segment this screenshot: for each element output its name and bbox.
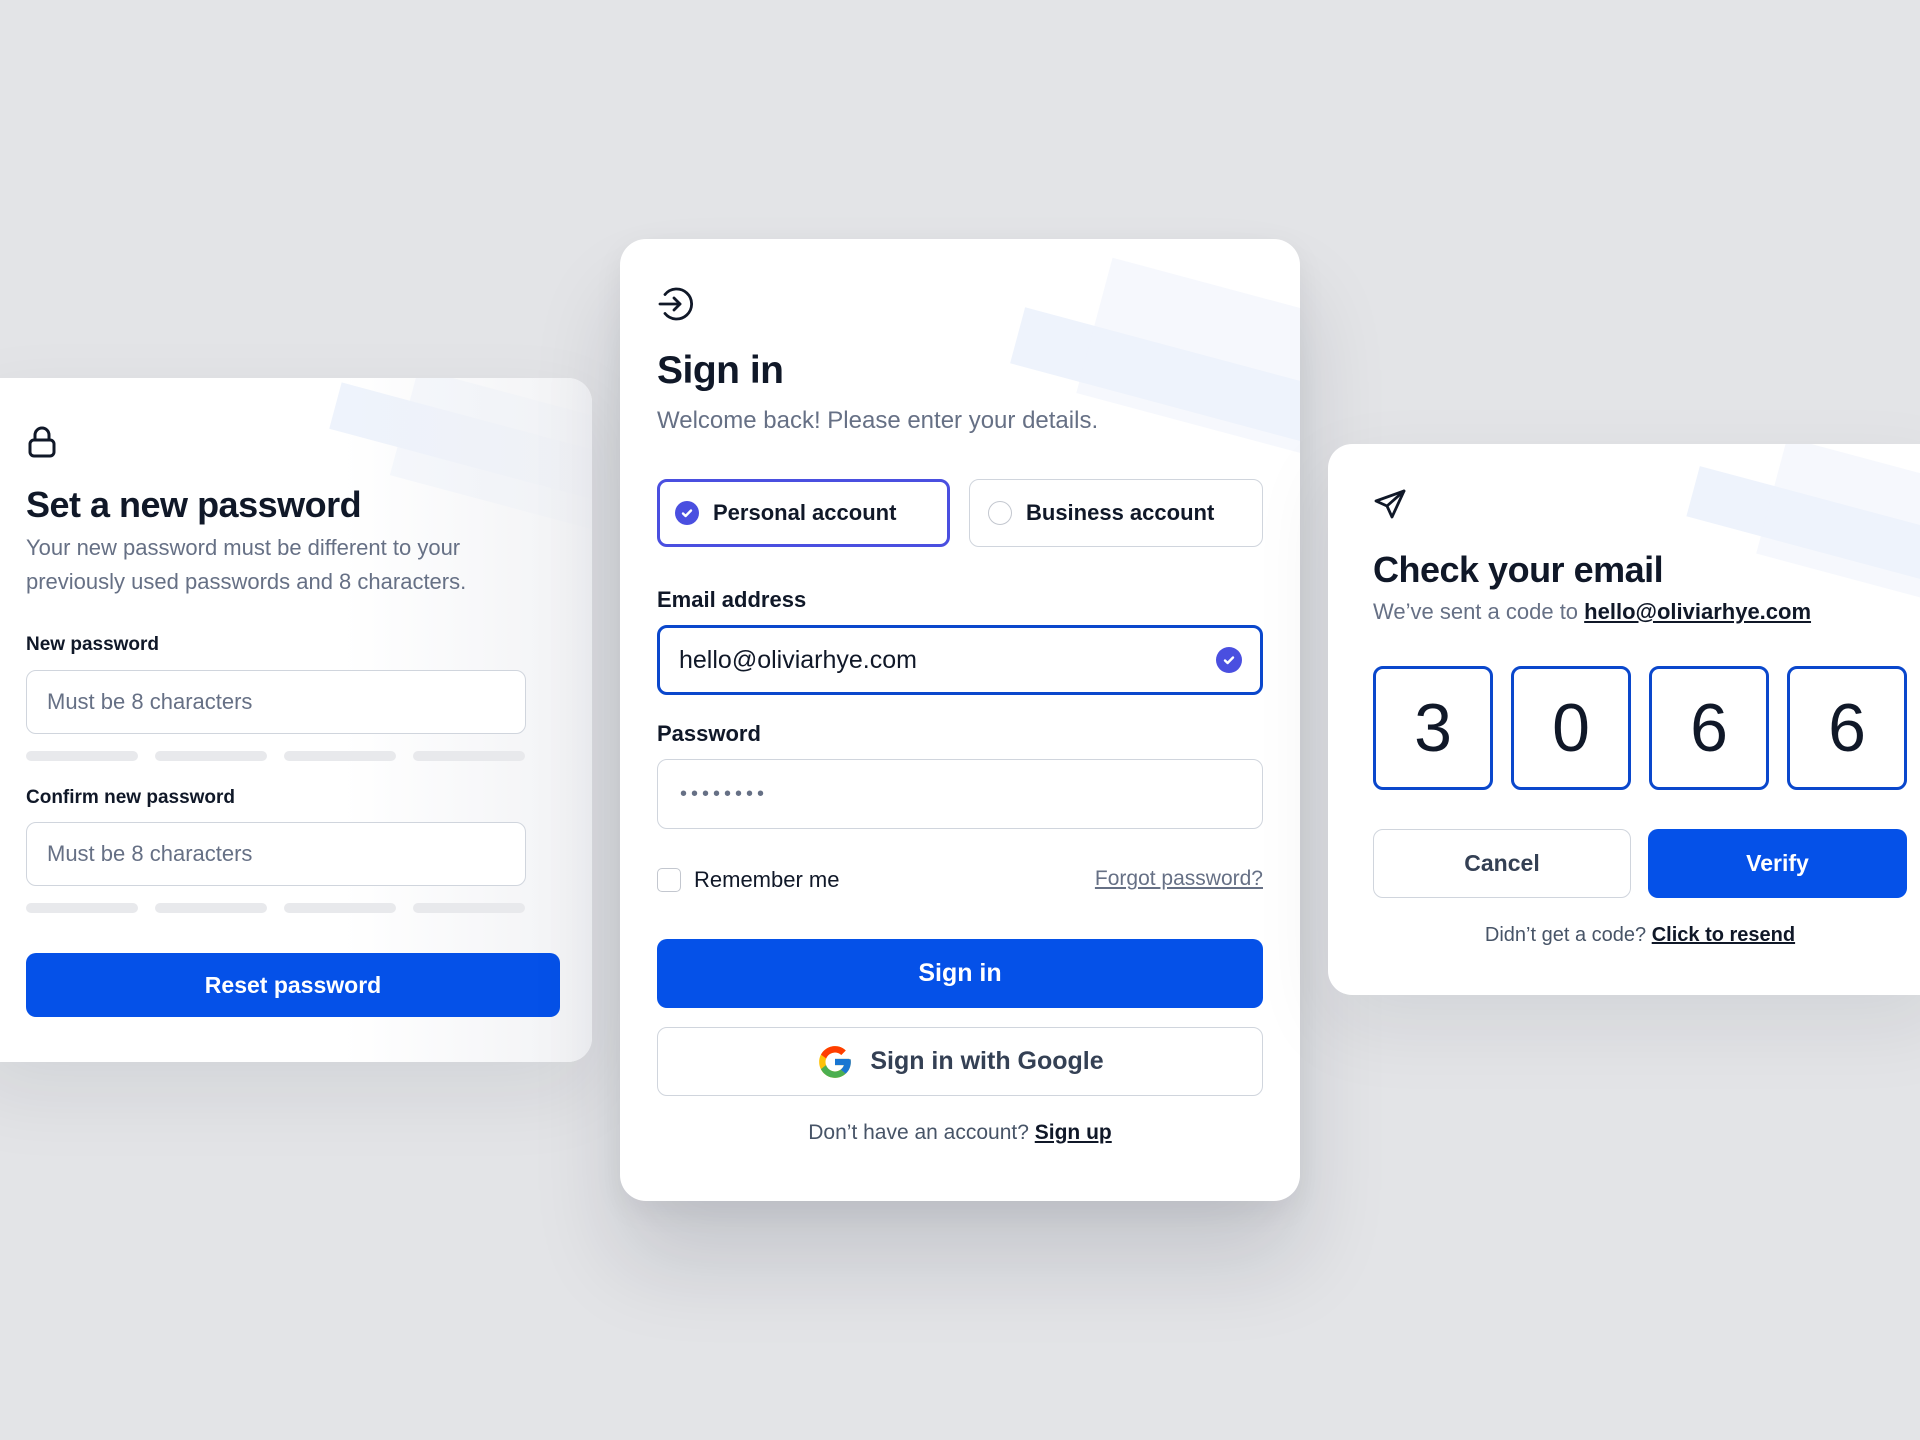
page-subtitle: Your new password must be different to y… (26, 535, 467, 594)
strength-bar (155, 903, 267, 913)
sign-in-card: Sign in Welcome back! Please enter your … (620, 239, 1300, 1201)
business-account-label: Business account (1026, 500, 1215, 525)
remember-checkbox[interactable] (657, 868, 681, 892)
lock-icon (28, 426, 56, 458)
strength-bar (413, 903, 525, 913)
sign-up-link[interactable]: Sign up (1035, 1121, 1112, 1144)
sign-in-arrow-icon (658, 287, 693, 321)
reset-password-card: Set a new password Your new password mus… (0, 378, 592, 1062)
personal-account-option[interactable]: Personal account (657, 479, 950, 547)
signup-prompt: Don’t have an account? Sign up (657, 1121, 1263, 1145)
resend-prompt-text: Didn’t get a code? (1484, 924, 1647, 946)
code-digit-2[interactable]: 0 (1511, 666, 1631, 790)
google-button-label: Sign in with Google (870, 1047, 1104, 1075)
confirm-password-label: Confirm new password (26, 787, 236, 808)
strength-bar (284, 751, 396, 761)
reset-password-button[interactable]: Reset password (26, 953, 560, 1017)
remember-label: Remember me (694, 867, 840, 892)
signup-prompt-text: Don’t have an account? (808, 1121, 1029, 1144)
send-icon (1374, 489, 1406, 519)
business-account-option[interactable]: Business account (969, 479, 1263, 547)
remember-me[interactable]: Remember me (657, 867, 839, 893)
check-email-card: Check your email We’ve sent a code to he… (1328, 444, 1920, 995)
strength-bar (284, 903, 396, 913)
resend-link[interactable]: Click to resend (1652, 924, 1795, 946)
personal-account-label: Personal account (713, 500, 897, 525)
confirm-password-field[interactable]: Must be 8 characters (26, 822, 526, 886)
stage: Set a new password Your new password mus… (0, 0, 1920, 1440)
strength-bar (26, 751, 138, 761)
sign-in-button[interactable]: Sign in (657, 939, 1263, 1008)
google-icon (819, 1045, 852, 1078)
new-password-field[interactable]: Must be 8 characters (26, 670, 526, 734)
decoration (1756, 444, 1920, 611)
password-field[interactable]: •••••••• (657, 759, 1263, 829)
subtitle-text: We’ve sent a code to (1373, 599, 1579, 624)
email-link[interactable]: hello@oliviarhye.com (1584, 599, 1811, 624)
resend-prompt: Didn’t get a code? Click to resend (1373, 924, 1907, 947)
strength-bar (155, 751, 267, 761)
page-subtitle: Welcome back! Please enter your details. (657, 407, 1099, 434)
page-title: Set a new password (26, 484, 362, 525)
strength-bar (26, 903, 138, 913)
password-label: Password (657, 721, 761, 746)
code-digit-3[interactable]: 6 (1649, 666, 1769, 790)
email-value: hello@oliviarhye.com (679, 645, 917, 674)
page-subtitle: We’ve sent a code to hello@oliviarhye.co… (1373, 599, 1811, 625)
decoration (389, 378, 592, 538)
new-password-label: New password (26, 634, 160, 655)
radio-checked-icon (675, 501, 699, 525)
page-title: Check your email (1373, 549, 1664, 590)
verify-button[interactable]: Verify (1648, 829, 1907, 898)
code-digit-4[interactable]: 6 (1787, 666, 1907, 790)
cancel-button[interactable]: Cancel (1373, 829, 1631, 898)
forgot-password-link[interactable]: Forgot password? (1095, 867, 1263, 891)
valid-check-icon (1216, 647, 1242, 673)
email-field[interactable]: hello@oliviarhye.com (657, 625, 1263, 695)
decoration (1076, 257, 1300, 461)
code-digit-1[interactable]: 3 (1373, 666, 1493, 790)
radio-unchecked-icon (988, 501, 1012, 525)
page-title: Sign in (657, 349, 784, 392)
email-label: Email address (657, 587, 807, 612)
google-sign-in-button[interactable]: Sign in with Google (657, 1027, 1263, 1096)
strength-bar (413, 751, 525, 761)
